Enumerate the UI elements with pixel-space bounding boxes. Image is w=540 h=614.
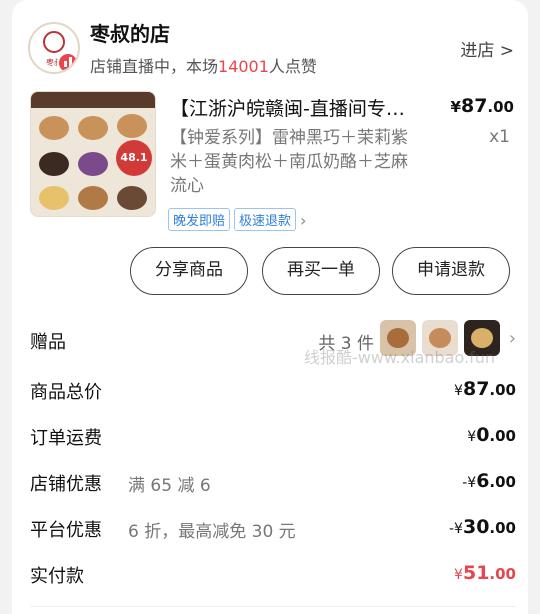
bun-illustration (117, 186, 147, 210)
amount-cents: .00 (489, 565, 516, 583)
share-product-button[interactable]: 分享商品 (130, 247, 248, 295)
gift-label: 赠品 (30, 332, 66, 353)
request-refund-button[interactable]: 申请退款 (392, 247, 510, 295)
currency-symbol: ¥ (454, 567, 463, 583)
shop-discount-desc: 满 65 减 6 (128, 476, 211, 496)
image-price-tag: 48.1 (116, 140, 152, 176)
bun-illustration (39, 116, 69, 140)
paid-amount-value: ¥51.00 (454, 562, 516, 584)
amount-cents: .00 (489, 427, 516, 445)
amount-main: 0 (476, 424, 490, 446)
paid-amount-label: 实付款 (30, 566, 84, 587)
product-title[interactable]: 【江浙沪皖赣闽-直播间专… (170, 94, 438, 121)
bun-illustration (39, 186, 69, 210)
paid-amount-row: 实付款 ¥51.00 (30, 562, 516, 592)
total-price-value: ¥87.00 (454, 378, 516, 400)
watermark-text: 线报酷-www.xianbao.fun (304, 348, 495, 367)
shop-discount-value: -¥6.00 (462, 470, 516, 492)
chevron-right-icon[interactable]: › (509, 328, 516, 349)
shop-name[interactable]: 枣叔的店 (90, 18, 170, 47)
shop-status-suffix: 人点赞 (268, 57, 317, 76)
shipping-value: ¥0.00 (467, 424, 516, 446)
currency-symbol: -¥ (462, 475, 477, 491)
order-card: 枣叔 枣叔的店 店铺直播中，本场14001人点赞 进店 > 48.1 【江浙沪皖… (12, 0, 528, 614)
tag-fast-refund: 极速退款 (234, 208, 297, 231)
live-stream-icon (57, 52, 78, 72)
product-spec: 【钟爱系列】雷神黑巧＋茉莉紫米＋蛋黄肉松＋南瓜奶酪＋芝麻流心 (170, 128, 408, 196)
bun-illustration (78, 116, 108, 140)
price-symbol: ¥ (450, 98, 461, 116)
platform-discount-value: -¥30.00 (449, 516, 516, 538)
amount-main: 6 (476, 470, 490, 492)
currency-symbol: ¥ (467, 429, 477, 445)
currency-symbol: ¥ (454, 383, 463, 399)
service-tags[interactable]: 晚发即赔 极速退款 › (168, 208, 306, 231)
tree-logo-icon (43, 31, 65, 53)
total-price-row: 商品总价 ¥87.00 (30, 378, 516, 408)
tag-late-compensation: 晚发即赔 (168, 208, 231, 231)
price-cents: .00 (487, 98, 514, 116)
amount-main: 30 (462, 516, 490, 538)
bottom-divider (30, 606, 516, 607)
product-image[interactable]: 48.1 (30, 91, 156, 217)
bun-illustration (117, 114, 147, 138)
bun-illustration (78, 152, 108, 176)
likes-count: 14001 (218, 57, 269, 76)
currency-symbol: -¥ (449, 521, 463, 537)
buy-again-button[interactable]: 再买一单 (262, 247, 380, 295)
shop-discount-label: 店铺优惠 (30, 474, 102, 495)
shipping-row: 订单运费 ¥0.00 (30, 424, 516, 454)
platform-discount-row: 平台优惠 6 折，最高减免 30 元 -¥30.00 (30, 516, 516, 546)
amount-main: 87 (462, 378, 490, 400)
amount-cents: .00 (489, 519, 516, 537)
amount-main: 51 (462, 562, 490, 584)
shop-live-status: 店铺直播中，本场14001人点赞 (90, 53, 317, 77)
bun-illustration (78, 186, 108, 210)
enter-shop-link[interactable]: 进店 > (460, 36, 514, 61)
amount-cents: .00 (489, 473, 516, 491)
price-main: 87 (460, 95, 488, 117)
product-price: ¥87.00 (451, 95, 514, 117)
platform-discount-label: 平台优惠 (30, 520, 102, 541)
bun-illustration (39, 152, 69, 176)
shop-avatar[interactable]: 枣叔 (28, 22, 80, 74)
shipping-label: 订单运费 (30, 428, 102, 449)
amount-cents: .00 (489, 381, 516, 399)
platform-discount-desc: 6 折，最高减免 30 元 (128, 522, 296, 542)
product-quantity: x1 (489, 127, 510, 147)
chevron-right-icon[interactable]: › (300, 211, 306, 230)
shop-discount-row: 店铺优惠 满 65 减 6 -¥6.00 (30, 470, 516, 500)
total-price-label: 商品总价 (30, 382, 102, 403)
shop-status-prefix: 店铺直播中，本场 (90, 57, 219, 76)
product-image-banner (31, 92, 155, 108)
